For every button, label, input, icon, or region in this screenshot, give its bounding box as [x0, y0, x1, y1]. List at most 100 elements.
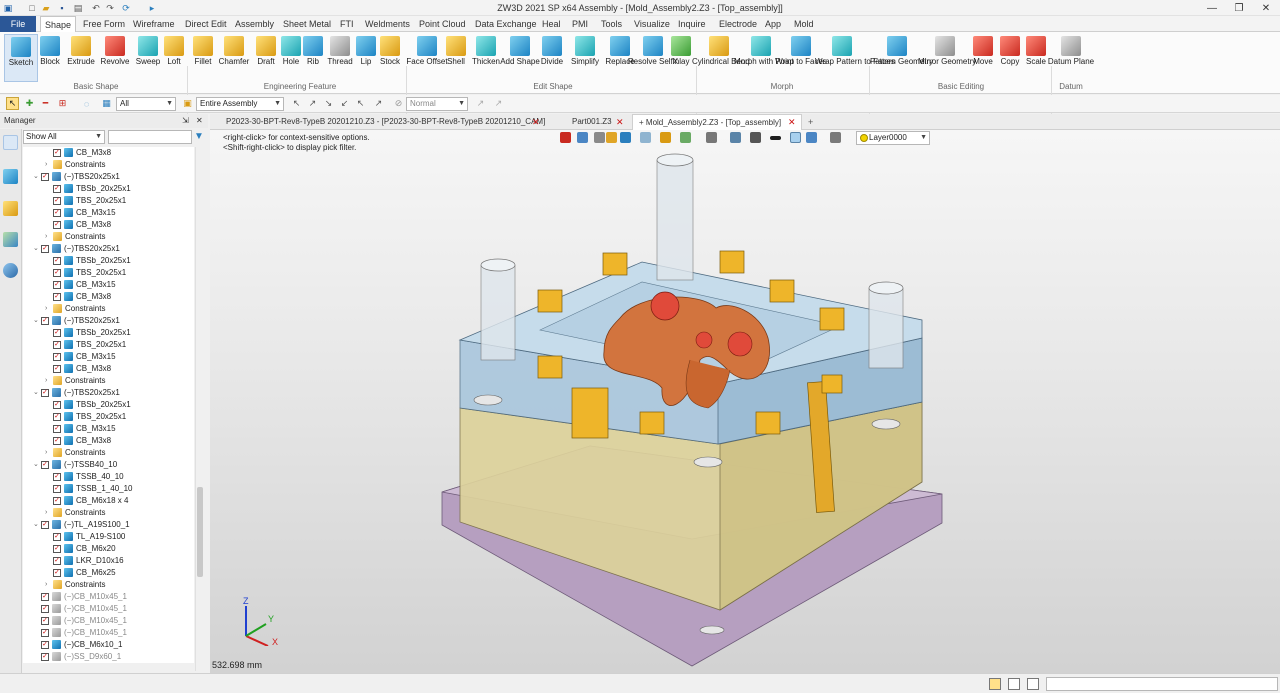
- tbs-block-1[interactable]: [602, 252, 628, 276]
- menu-direct-edit[interactable]: Direct Edit: [181, 16, 231, 32]
- expand-arrow-icon[interactable]: ›: [45, 375, 53, 387]
- pin-icon[interactable]: ⇲: [182, 114, 189, 128]
- tree-visibility-checkbox[interactable]: ✓: [53, 197, 61, 205]
- menu-visualize[interactable]: Visualize: [630, 16, 674, 32]
- menu-app[interactable]: App: [761, 16, 785, 32]
- collapse-arrow-icon[interactable]: ⌄: [33, 315, 41, 327]
- view-pen-icon[interactable]: [594, 132, 605, 143]
- tree-row[interactable]: ✓ LKR_D10x16: [23, 555, 194, 567]
- tree-row[interactable]: › Constraints: [23, 303, 194, 315]
- tree-row[interactable]: ✓ CB_M3x8: [23, 219, 194, 231]
- assembly-manager-icon[interactable]: [3, 169, 18, 184]
- guide-pillar-1[interactable]: [656, 159, 694, 281]
- close-icon[interactable]: ✕: [1253, 0, 1279, 16]
- view-bulb-icon[interactable]: [830, 132, 841, 143]
- tree-row[interactable]: › Constraints: [23, 231, 194, 243]
- tree-visibility-checkbox[interactable]: ✓: [53, 473, 61, 481]
- scrollbar-thumb[interactable]: [197, 487, 203, 577]
- tree-row[interactable]: ✓ (−)CB_M10x45_1: [23, 615, 194, 627]
- view-shade-icon[interactable]: [660, 132, 671, 143]
- tree-row[interactable]: ✓ CB_M3x8: [23, 363, 194, 375]
- tree-visibility-checkbox[interactable]: ✓: [53, 329, 61, 337]
- tree-scrollbar[interactable]: [195, 147, 204, 671]
- tree-row[interactable]: › Constraints: [23, 579, 194, 591]
- tree-row[interactable]: ✓ TL_A19-S100: [23, 531, 194, 543]
- filter-icon[interactable]: ▼: [193, 130, 205, 144]
- tree-row[interactable]: ✓ TSSB_1_40_10: [23, 483, 194, 495]
- expand-arrow-icon[interactable]: ›: [45, 159, 53, 171]
- collapse-arrow-icon[interactable]: ⌄: [33, 519, 41, 531]
- add-pick-icon[interactable]: ✚: [23, 97, 36, 110]
- tree-visibility-checkbox[interactable]: ✓: [53, 413, 61, 421]
- select-tool-5-icon[interactable]: ↖: [354, 97, 367, 110]
- tree-row[interactable]: ✓ TBSb_20x25x1: [23, 399, 194, 411]
- view-pick-icon[interactable]: [577, 132, 588, 143]
- tree-row[interactable]: ✓ (−)SS_D9x60_1: [23, 651, 194, 663]
- menu-data-exchange[interactable]: Data Exchange: [471, 16, 541, 32]
- tree-visibility-checkbox[interactable]: ✓: [53, 365, 61, 373]
- view-section-icon[interactable]: [706, 132, 717, 143]
- render-tool-icon[interactable]: ↗: [474, 97, 487, 110]
- tbs-block-5[interactable]: [819, 307, 845, 331]
- menu-free-form[interactable]: Free Form: [79, 16, 129, 32]
- tbs-block-6[interactable]: [537, 355, 563, 379]
- wrap-pattern-to-faces-button[interactable]: Wrap Pattern to Faces: [815, 34, 895, 82]
- properties-icon[interactable]: [3, 201, 18, 216]
- tree-visibility-checkbox[interactable]: ✓: [41, 389, 49, 397]
- tab-close-icon[interactable]: ✕: [616, 114, 624, 130]
- status-input[interactable]: [1046, 677, 1278, 691]
- collapse-arrow-icon[interactable]: ⌄: [33, 459, 41, 471]
- tree-row[interactable]: ✓ (−)CB_M10x45_1: [23, 591, 194, 603]
- menu-mold[interactable]: Mold: [790, 16, 818, 32]
- tree-visibility-checkbox[interactable]: ✓: [41, 653, 49, 661]
- tree-visibility-checkbox[interactable]: ✓: [41, 629, 49, 637]
- menu-weldments[interactable]: Weldments: [361, 16, 414, 32]
- menu-fti[interactable]: FTI: [336, 16, 358, 32]
- menu-sheet-metal[interactable]: Sheet Metal: [279, 16, 335, 32]
- filter-select[interactable]: All ▼: [116, 97, 176, 111]
- tree-visibility-checkbox[interactable]: ✓: [41, 245, 49, 253]
- menu-assembly[interactable]: Assembly: [231, 16, 278, 32]
- tree-row[interactable]: › Constraints: [23, 507, 194, 519]
- expand-arrow-icon[interactable]: ›: [45, 447, 53, 459]
- select-tool-icon[interactable]: ↖: [290, 97, 303, 110]
- status-layout-icon[interactable]: [1027, 678, 1039, 690]
- tbs-block-7[interactable]: [639, 411, 665, 435]
- tree-visibility-checkbox[interactable]: ✓: [53, 557, 61, 565]
- view-cube-icon[interactable]: [620, 132, 631, 143]
- user-icon[interactable]: [3, 263, 18, 278]
- tree-row[interactable]: ✓ CB_M6x18 x 4: [23, 495, 194, 507]
- select-tool-2-icon[interactable]: ↗: [306, 97, 319, 110]
- tbs-block-3[interactable]: [769, 279, 795, 303]
- pick-mode-icon[interactable]: ⊞: [56, 97, 69, 110]
- tree-visibility-checkbox[interactable]: ✓: [53, 497, 61, 505]
- tree-visibility-checkbox[interactable]: ✓: [53, 341, 61, 349]
- tree-row[interactable]: ⌄ ✓ (−)TL_A19S100_1: [23, 519, 194, 531]
- view-display-icon[interactable]: [680, 132, 691, 143]
- tree-row[interactable]: ⌄ ✓ (−)TBS20x25x1: [23, 387, 194, 399]
- select-tool-4-icon[interactable]: ↙: [338, 97, 351, 110]
- tree-row[interactable]: ✓ TBS_20x25x1: [23, 267, 194, 279]
- tbs-block-8[interactable]: [755, 411, 781, 435]
- render-tool-2-icon[interactable]: ↗: [492, 97, 505, 110]
- menu-electrode[interactable]: Electrode: [715, 16, 761, 32]
- collapse-arrow-icon[interactable]: ⌄: [33, 171, 41, 183]
- tree-visibility-checkbox[interactable]: ✓: [53, 149, 61, 157]
- mold-model[interactable]: [210, 130, 1280, 673]
- menu-tools[interactable]: Tools: [597, 16, 626, 32]
- render-mode-select[interactable]: Normal ▼: [406, 97, 468, 111]
- menu-file[interactable]: File: [0, 16, 36, 32]
- tree-row[interactable]: ⌄ ✓ (−)TBS20x25x1: [23, 171, 194, 183]
- restore-icon[interactable]: ❐: [1226, 0, 1252, 16]
- status-pick-icon[interactable]: [989, 678, 1001, 690]
- expand-arrow-icon[interactable]: ›: [45, 579, 53, 591]
- tree-visibility-checkbox[interactable]: ✓: [53, 545, 61, 553]
- tree-row[interactable]: ⌄ ✓ (−)TBS20x25x1: [23, 243, 194, 255]
- collapse-arrow-icon[interactable]: ⌄: [33, 387, 41, 399]
- tree-row[interactable]: ⌄ ✓ (−)TBS20x25x1: [23, 315, 194, 327]
- tree-row[interactable]: ✓ CB_M3x8: [23, 147, 194, 159]
- select-tool-6-icon[interactable]: ↗: [372, 97, 385, 110]
- view-light-icon[interactable]: [606, 132, 617, 143]
- tree-row[interactable]: ⌄ ✓ (−)TSSB40_10: [23, 459, 194, 471]
- cylindrical-bend-button[interactable]: Cylindrical Bend: [692, 34, 750, 82]
